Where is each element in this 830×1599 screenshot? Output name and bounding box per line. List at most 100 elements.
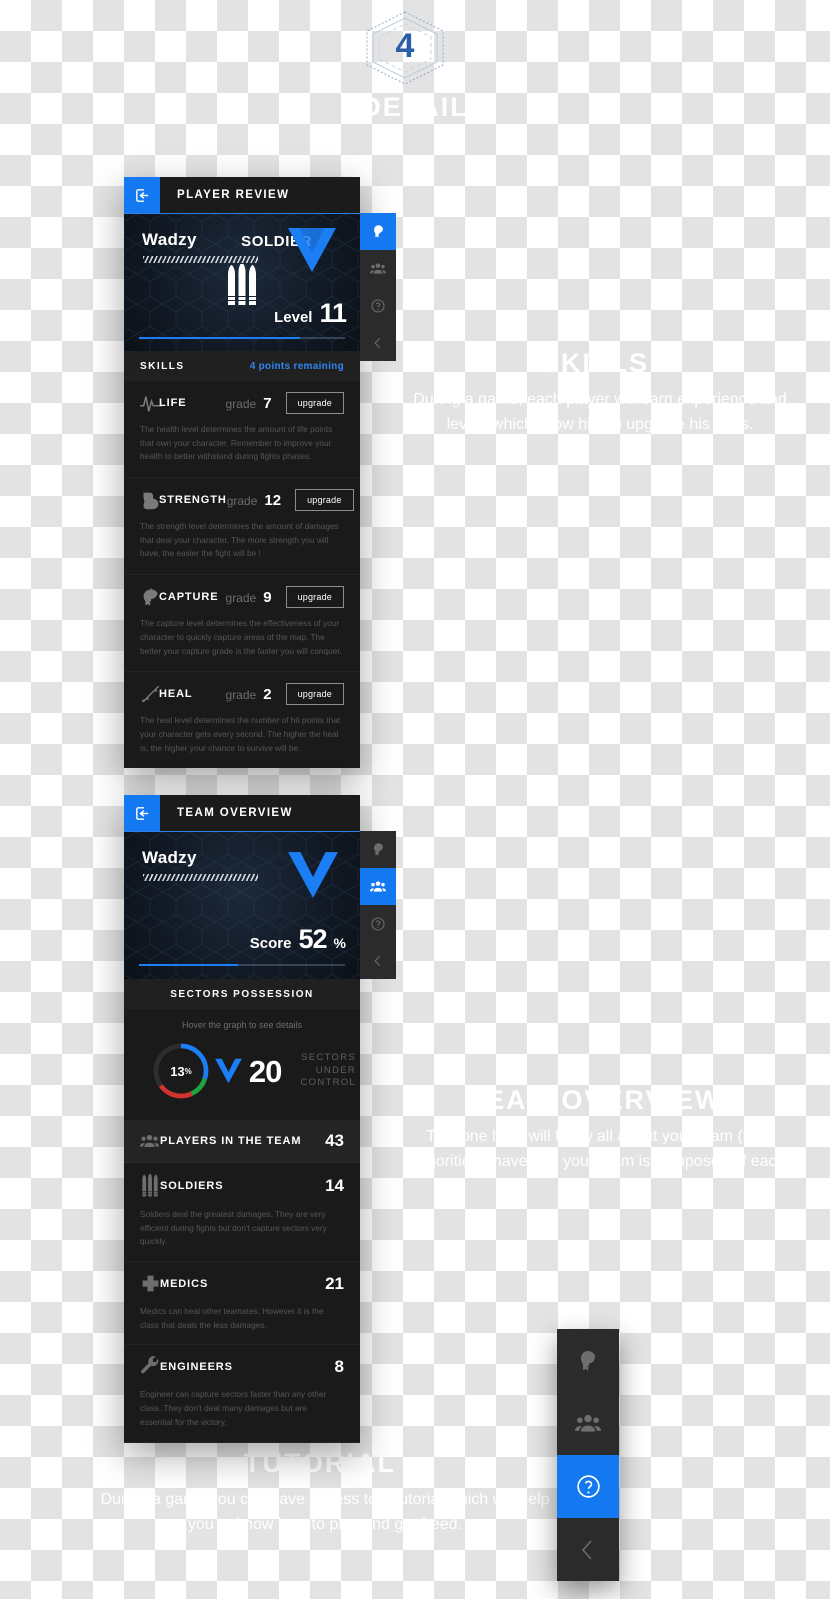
class-name: ENGINEERS — [160, 1360, 233, 1373]
graph-hint: Hover the graph to see details — [181, 1020, 303, 1030]
player-review-title: PLAYER REVIEW — [177, 189, 290, 201]
players-in-team-row: PLAYERS IN THE TEAM 43 — [124, 1120, 360, 1163]
sidebar-item-player[interactable] — [360, 831, 396, 868]
class-breakdown-list: SOLDIERS 14 Soldiers deal the greatest dam… — [124, 1163, 360, 1443]
sidebar-item-help[interactable] — [360, 905, 396, 942]
player-level-word: Level — [274, 309, 313, 326]
class-description: Soldiers deal the greatest damages. They… — [140, 1209, 327, 1247]
team-score-progress-track — [139, 964, 345, 966]
player-hero-card: Wadzy SOLDIER Level 11 — [124, 213, 360, 351]
skill-description: The health level determines the amount o… — [140, 424, 333, 462]
v-chevron-icon — [288, 852, 338, 898]
sectors-under-control: 20 SECTORS UNDER CONTROL — [214, 1051, 360, 1091]
player-review-panel: PLAYER REVIEW Wadzy SOLDIER Level 11 SKI… — [124, 177, 396, 769]
player-level-display: Level 11 — [274, 298, 347, 329]
class-description: Medics can heal other teamates. However … — [140, 1306, 324, 1330]
class-row: MEDICS 21 — [124, 1262, 360, 1305]
team-score-suffix: % — [333, 935, 346, 951]
sectors-donut-chart[interactable]: 13% — [148, 1038, 214, 1104]
skill-grade-label: grade — [225, 590, 257, 605]
team-score-display: Score 52 % — [250, 924, 346, 955]
step-badge: 4 — [355, 8, 455, 85]
player-head-icon — [373, 225, 383, 238]
watermark-team-body: This one here will know all about your t… — [410, 1128, 790, 1170]
v-chevron-icon — [215, 1058, 242, 1084]
watermark-skills-body: During a game, each player will earn exp… — [413, 391, 787, 433]
skill-item: LIFE grade 7 upgrade The health level determ… — [124, 381, 360, 479]
skill-grade-value: 2 — [263, 685, 272, 703]
step-badge-number: 4 — [395, 26, 415, 65]
skill-grade: grade 7 — [226, 395, 286, 412]
chevron-left-icon — [374, 337, 381, 348]
team-group-icon — [575, 1414, 601, 1432]
team-overview-title: TEAM OVERVIEW — [177, 807, 293, 819]
players-in-team-value: 43 — [325, 1131, 344, 1150]
team-group-icon-svg — [140, 1134, 159, 1147]
skill-row: LIFE grade 7 upgrade — [140, 392, 344, 414]
watermark-skills-title: SKILLS — [540, 348, 649, 378]
skill-description: The capture level determines the effecti… — [140, 618, 343, 656]
team-player-name: Wadzy — [142, 848, 197, 867]
skill-description: The heal level determines the number of … — [140, 715, 341, 753]
skill-grade-value: 9 — [263, 588, 272, 606]
skill-description: The strength level determines the amount… — [140, 521, 339, 559]
sectors-count: 20 — [248, 1053, 282, 1089]
sidebar-item-collapse[interactable] — [360, 324, 396, 361]
skills-section-label: SKILLS — [140, 360, 185, 372]
skill-grade: grade 9 — [226, 589, 286, 606]
skill-item: STRENGTH grade 12 upgrade The strength level… — [124, 478, 360, 576]
player-rank-stripes — [143, 256, 258, 263]
watermark-tutorial-body: During a game you can have access to a t… — [100, 1491, 550, 1533]
player-head-icon — [581, 1350, 595, 1371]
class-item: MEDICS 21 Medics can heal other teamates. … — [124, 1262, 360, 1346]
back-button[interactable] — [124, 795, 160, 831]
question-circle-icon — [576, 1475, 600, 1498]
skill-grade-label: grade — [225, 396, 257, 411]
skills-section-header: SKILLS 4 points remaining — [124, 351, 360, 381]
exit-icon — [135, 806, 148, 820]
player-level-progress-fill — [139, 337, 300, 339]
question-circle-icon — [371, 298, 385, 313]
upgrade-button[interactable]: upgrade — [285, 392, 344, 414]
class-description: Engineer can capture sectors faster than… — [140, 1389, 327, 1427]
skill-item: CAPTURE grade 9 upgrade The capture level de… — [124, 575, 360, 673]
player-panel-sidenav — [360, 213, 396, 361]
chevron-left-icon — [581, 1540, 592, 1559]
sidebar-item-team[interactable] — [557, 1392, 619, 1455]
class-count: 8 — [334, 1356, 344, 1376]
question-circle-icon — [371, 916, 385, 931]
skill-name: HEAL — [159, 688, 193, 701]
back-button[interactable] — [124, 177, 160, 213]
upgrade-button[interactable]: upgrade — [285, 683, 344, 706]
v-chevron-icon — [288, 228, 336, 272]
sidebar-item-player[interactable] — [557, 1329, 619, 1392]
team-overview-titlebar: TEAM OVERVIEW — [124, 795, 360, 831]
sidebar-item-help[interactable] — [360, 287, 396, 324]
class-count: 21 — [325, 1273, 344, 1293]
team-overview-body: Hover the graph to see details 13% 20 SE… — [124, 1009, 360, 1443]
watermark-tutorial-title: TUTORIAL — [244, 1448, 396, 1478]
upgrade-button[interactable]: upgrade — [285, 586, 344, 609]
player-review-titlebar: PLAYER REVIEW — [124, 177, 360, 213]
skill-row: CAPTURE grade 9 upgrade — [140, 586, 344, 609]
team-group-icon — [370, 880, 386, 892]
skill-name: STRENGTH — [159, 494, 227, 507]
sidebar-item-player[interactable] — [360, 213, 396, 250]
sidebar-item-team[interactable] — [360, 868, 396, 905]
sidebar-item-team[interactable] — [360, 250, 396, 287]
upgrade-button[interactable]: upgrade — [295, 489, 354, 512]
sectors-caption: SECTORS UNDER CONTROL — [300, 1051, 357, 1089]
sidebar-item-collapse[interactable] — [557, 1518, 619, 1581]
sectors-graph-row: 13% 20 SECTORS UNDER CONTROL — [124, 1036, 360, 1120]
class-row: ENGINEERS 8 — [124, 1345, 360, 1388]
skill-grade: grade 12 — [227, 492, 295, 509]
sidebar-item-help[interactable] — [557, 1455, 619, 1518]
skill-grade: grade 2 — [226, 686, 286, 703]
skill-row: HEAL grade 2 upgrade — [140, 683, 344, 706]
class-count: 14 — [325, 1175, 344, 1195]
player-head-icon — [373, 843, 383, 856]
skill-grade-value: 12 — [264, 491, 282, 509]
sidebar-item-collapse[interactable] — [360, 942, 396, 979]
team-score-value: 52 — [298, 924, 328, 954]
watermark-team-title: TEAM OVERVIEW — [467, 1085, 723, 1115]
